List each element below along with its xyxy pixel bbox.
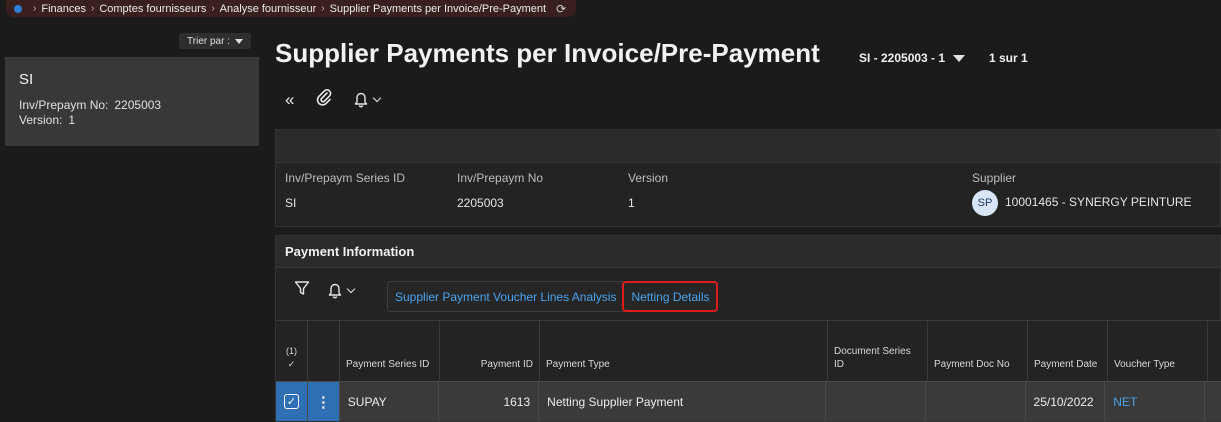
field-label: Version: bbox=[19, 113, 63, 127]
table-row[interactable]: ✓ ⋮ SUPAY 1613 Netting Supplier Payment … bbox=[276, 381, 1221, 421]
cell-spacer bbox=[1205, 382, 1221, 421]
breadcrumb: › Finances › Comptes fournisseurs › Anal… bbox=[6, 0, 577, 17]
field-value: 1 bbox=[628, 196, 635, 210]
notifications-menu[interactable] bbox=[354, 92, 382, 108]
kebab-menu-icon[interactable]: ⋮ bbox=[307, 382, 340, 421]
cell-payment-doc-no bbox=[926, 382, 1026, 421]
field-supplier: Supplier SP 10001465 - SYNERGY PEINTURE bbox=[972, 171, 1192, 216]
payment-panel: Payment Information Supplier Payment Vou… bbox=[275, 235, 1221, 422]
chevron-right-icon: › bbox=[90, 3, 95, 14]
field-label: Inv/Prepaym No bbox=[457, 171, 544, 185]
column-header[interactable]: Payment Type bbox=[540, 321, 828, 381]
record-card-field: Inv/Prepaym No: 2205003 bbox=[19, 98, 245, 113]
paperclip-icon[interactable] bbox=[316, 88, 332, 111]
bell-icon bbox=[355, 92, 368, 107]
pager: 1 sur 1 bbox=[989, 51, 1028, 65]
breadcrumb-item[interactable]: Finances bbox=[41, 3, 86, 15]
grid-toolbar bbox=[294, 280, 356, 301]
avatar: SP bbox=[972, 190, 998, 216]
breadcrumb-item[interactable]: Comptes fournisseurs bbox=[99, 3, 206, 15]
field-value: 2205003 bbox=[114, 98, 162, 112]
bell-icon bbox=[328, 283, 342, 298]
refresh-icon[interactable]: ⟳ bbox=[556, 2, 566, 16]
collapse-left-icon[interactable]: « bbox=[285, 90, 294, 110]
caret-down-icon bbox=[953, 54, 966, 62]
column-header[interactable]: Voucher Type bbox=[1108, 321, 1208, 381]
cell-document-series-id bbox=[826, 382, 926, 421]
selected-count: (1) bbox=[286, 346, 297, 356]
cell-payment-type: Netting Supplier Payment bbox=[539, 382, 827, 421]
header-panel: Inv/Prepaym Series ID SI Inv/Prepaym No … bbox=[275, 129, 1221, 227]
payment-table: (1) ✓ Payment Series ID Payment ID Payme… bbox=[276, 320, 1221, 421]
breadcrumb-item[interactable]: Analyse fournisseur bbox=[220, 3, 317, 15]
field-value: 1 bbox=[68, 113, 76, 127]
field-version: Version 1 bbox=[628, 171, 668, 210]
breadcrumb-current: Supplier Payments per Invoice/Pre-Paymen… bbox=[329, 2, 547, 15]
column-header[interactable]: Payment Series ID bbox=[340, 321, 440, 381]
tab-netting-details[interactable]: Netting Details bbox=[622, 281, 718, 312]
column-header-spacer bbox=[1208, 321, 1221, 381]
chevron-down-icon bbox=[373, 93, 382, 103]
chevron-right-icon: › bbox=[321, 3, 325, 14]
page-title: Supplier Payments per Invoice/Pre-Paymen… bbox=[275, 38, 820, 68]
field-label: Inv/Prepaym Series ID bbox=[285, 171, 406, 185]
record-card-title: SI bbox=[19, 71, 34, 88]
sort-button[interactable]: Trier par : bbox=[179, 33, 251, 49]
column-header[interactable]: Payment ID bbox=[440, 321, 540, 381]
field-label: Inv/Prepaym No: bbox=[19, 98, 109, 112]
chevron-down-icon bbox=[346, 284, 356, 294]
sort-label: Trier par : bbox=[187, 35, 230, 47]
field-prepaym-no: Inv/Prepaym No 2205003 bbox=[457, 171, 543, 210]
cell-payment-date: 25/10/2022 bbox=[1026, 382, 1106, 421]
caret-down-icon bbox=[235, 38, 243, 44]
row-checkbox[interactable]: ✓ bbox=[276, 382, 308, 421]
page-toolbar: « bbox=[285, 88, 382, 111]
row-menu-header bbox=[308, 321, 340, 381]
column-header[interactable]: Payment Date bbox=[1028, 321, 1108, 381]
column-header[interactable]: Payment Doc No bbox=[928, 321, 1028, 381]
field-label: Version bbox=[628, 171, 669, 185]
command-tabs: Supplier Payment Voucher Lines Analysis … bbox=[387, 281, 718, 312]
cell-payment-id: 1613 bbox=[439, 382, 540, 421]
cell-voucher-type-link[interactable]: NET bbox=[1105, 382, 1205, 421]
record-selector[interactable]: SI - 2205003 - 1 bbox=[859, 51, 966, 65]
header-panel-bar bbox=[276, 130, 1220, 163]
sidebar: Trier par : SI Inv/Prepaym No: 2205003 Ve… bbox=[0, 17, 262, 422]
check-icon: ✓ bbox=[283, 394, 299, 409]
chevron-right-icon: › bbox=[211, 3, 215, 14]
cell-payment-series-id: SUPAY bbox=[340, 382, 440, 421]
record-selector-label: SI - 2205003 - 1 bbox=[859, 51, 946, 65]
record-card[interactable]: SI Inv/Prepaym No: 2205003 Version: 1 bbox=[5, 57, 259, 146]
field-series-id: Inv/Prepaym Series ID SI bbox=[285, 171, 405, 210]
table-header-row: (1) ✓ Payment Series ID Payment ID Payme… bbox=[276, 320, 1221, 381]
chevron-right-icon: › bbox=[33, 3, 37, 14]
payment-panel-title: Payment Information bbox=[276, 236, 1220, 268]
field-label: Supplier bbox=[972, 171, 1017, 185]
filter-icon[interactable] bbox=[294, 280, 310, 301]
field-value: SI bbox=[285, 196, 297, 210]
select-all-header[interactable]: (1) ✓ bbox=[276, 321, 308, 381]
field-value: 2205003 bbox=[457, 196, 504, 210]
supplier-link[interactable]: 10001465 - SYNERGY PEINTURE bbox=[1005, 195, 1192, 209]
check-icon: ✓ bbox=[287, 359, 296, 369]
home-icon[interactable] bbox=[14, 4, 22, 13]
record-card-field: Version: 1 bbox=[19, 113, 245, 128]
grid-notifications-menu[interactable] bbox=[328, 283, 356, 299]
tab-voucher-lines-analysis[interactable]: Supplier Payment Voucher Lines Analysis bbox=[388, 282, 623, 311]
column-header[interactable]: Document Series ID bbox=[828, 321, 928, 381]
